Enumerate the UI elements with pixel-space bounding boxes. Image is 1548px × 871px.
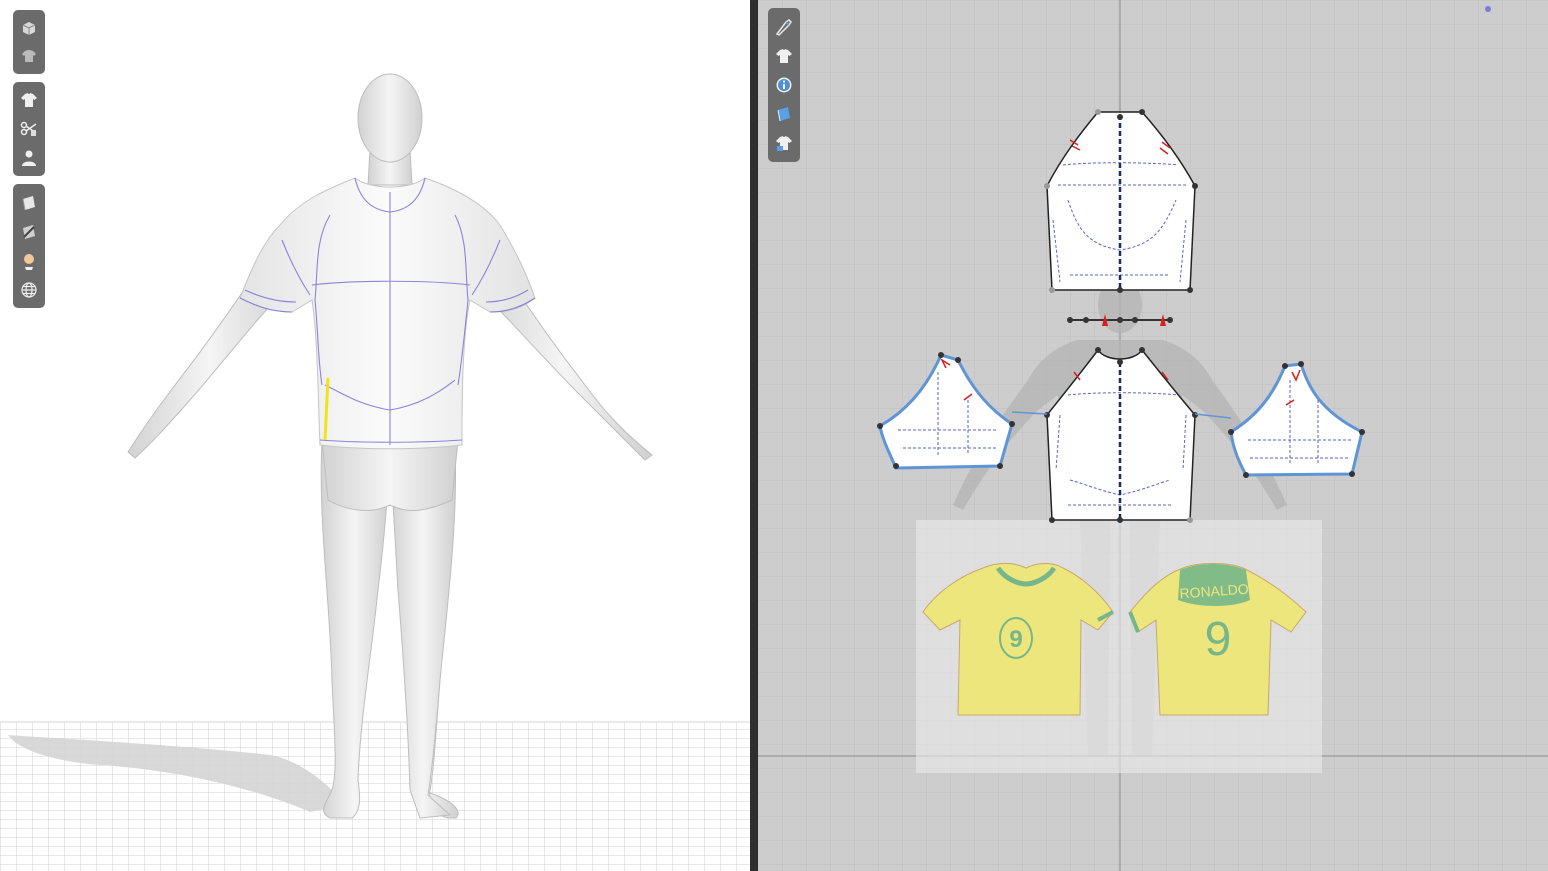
3d-viewport[interactable]	[0, 0, 750, 871]
reference-back-number: 9	[1205, 613, 1232, 666]
toolbar-3d-view-group-2	[13, 82, 45, 176]
2d-pattern-viewport[interactable]: 9 RONALDO 9	[758, 0, 1548, 871]
tshirt-icon[interactable]	[771, 43, 797, 68]
status-indicator-dot	[1485, 6, 1491, 12]
light-icon[interactable]	[16, 248, 42, 273]
globe-icon[interactable]	[16, 277, 42, 302]
fabric-texture-icon[interactable]	[16, 219, 42, 244]
info-icon[interactable]	[771, 72, 797, 97]
toolbar-2d-view	[768, 8, 800, 162]
pen-icon[interactable]	[771, 14, 797, 39]
toolbar-3d-view-group-3	[13, 184, 45, 308]
reference-image[interactable]: 9 RONALDO 9	[916, 520, 1322, 773]
fabric-sheet-icon[interactable]	[771, 102, 797, 127]
tshirt-icon[interactable]	[16, 88, 42, 113]
sewing-tools-icon[interactable]	[16, 117, 42, 142]
tshirt-settings-icon[interactable]	[771, 131, 797, 156]
reference-front-number: 9	[1009, 626, 1022, 653]
avatar-box-icon[interactable]	[16, 16, 42, 40]
2d-pattern-canvas[interactable]: 9 RONALDO 9	[758, 0, 1548, 871]
3d-garment-shirt[interactable]	[239, 177, 536, 450]
toolbar-3d-view-group-1	[13, 10, 45, 74]
panel-divider[interactable]	[750, 0, 758, 871]
fabric-sheet-icon[interactable]	[16, 190, 42, 215]
garment-hanger-icon[interactable]	[16, 44, 42, 68]
3d-scene[interactable]	[0, 0, 750, 871]
avatar-person-icon[interactable]	[16, 145, 42, 170]
